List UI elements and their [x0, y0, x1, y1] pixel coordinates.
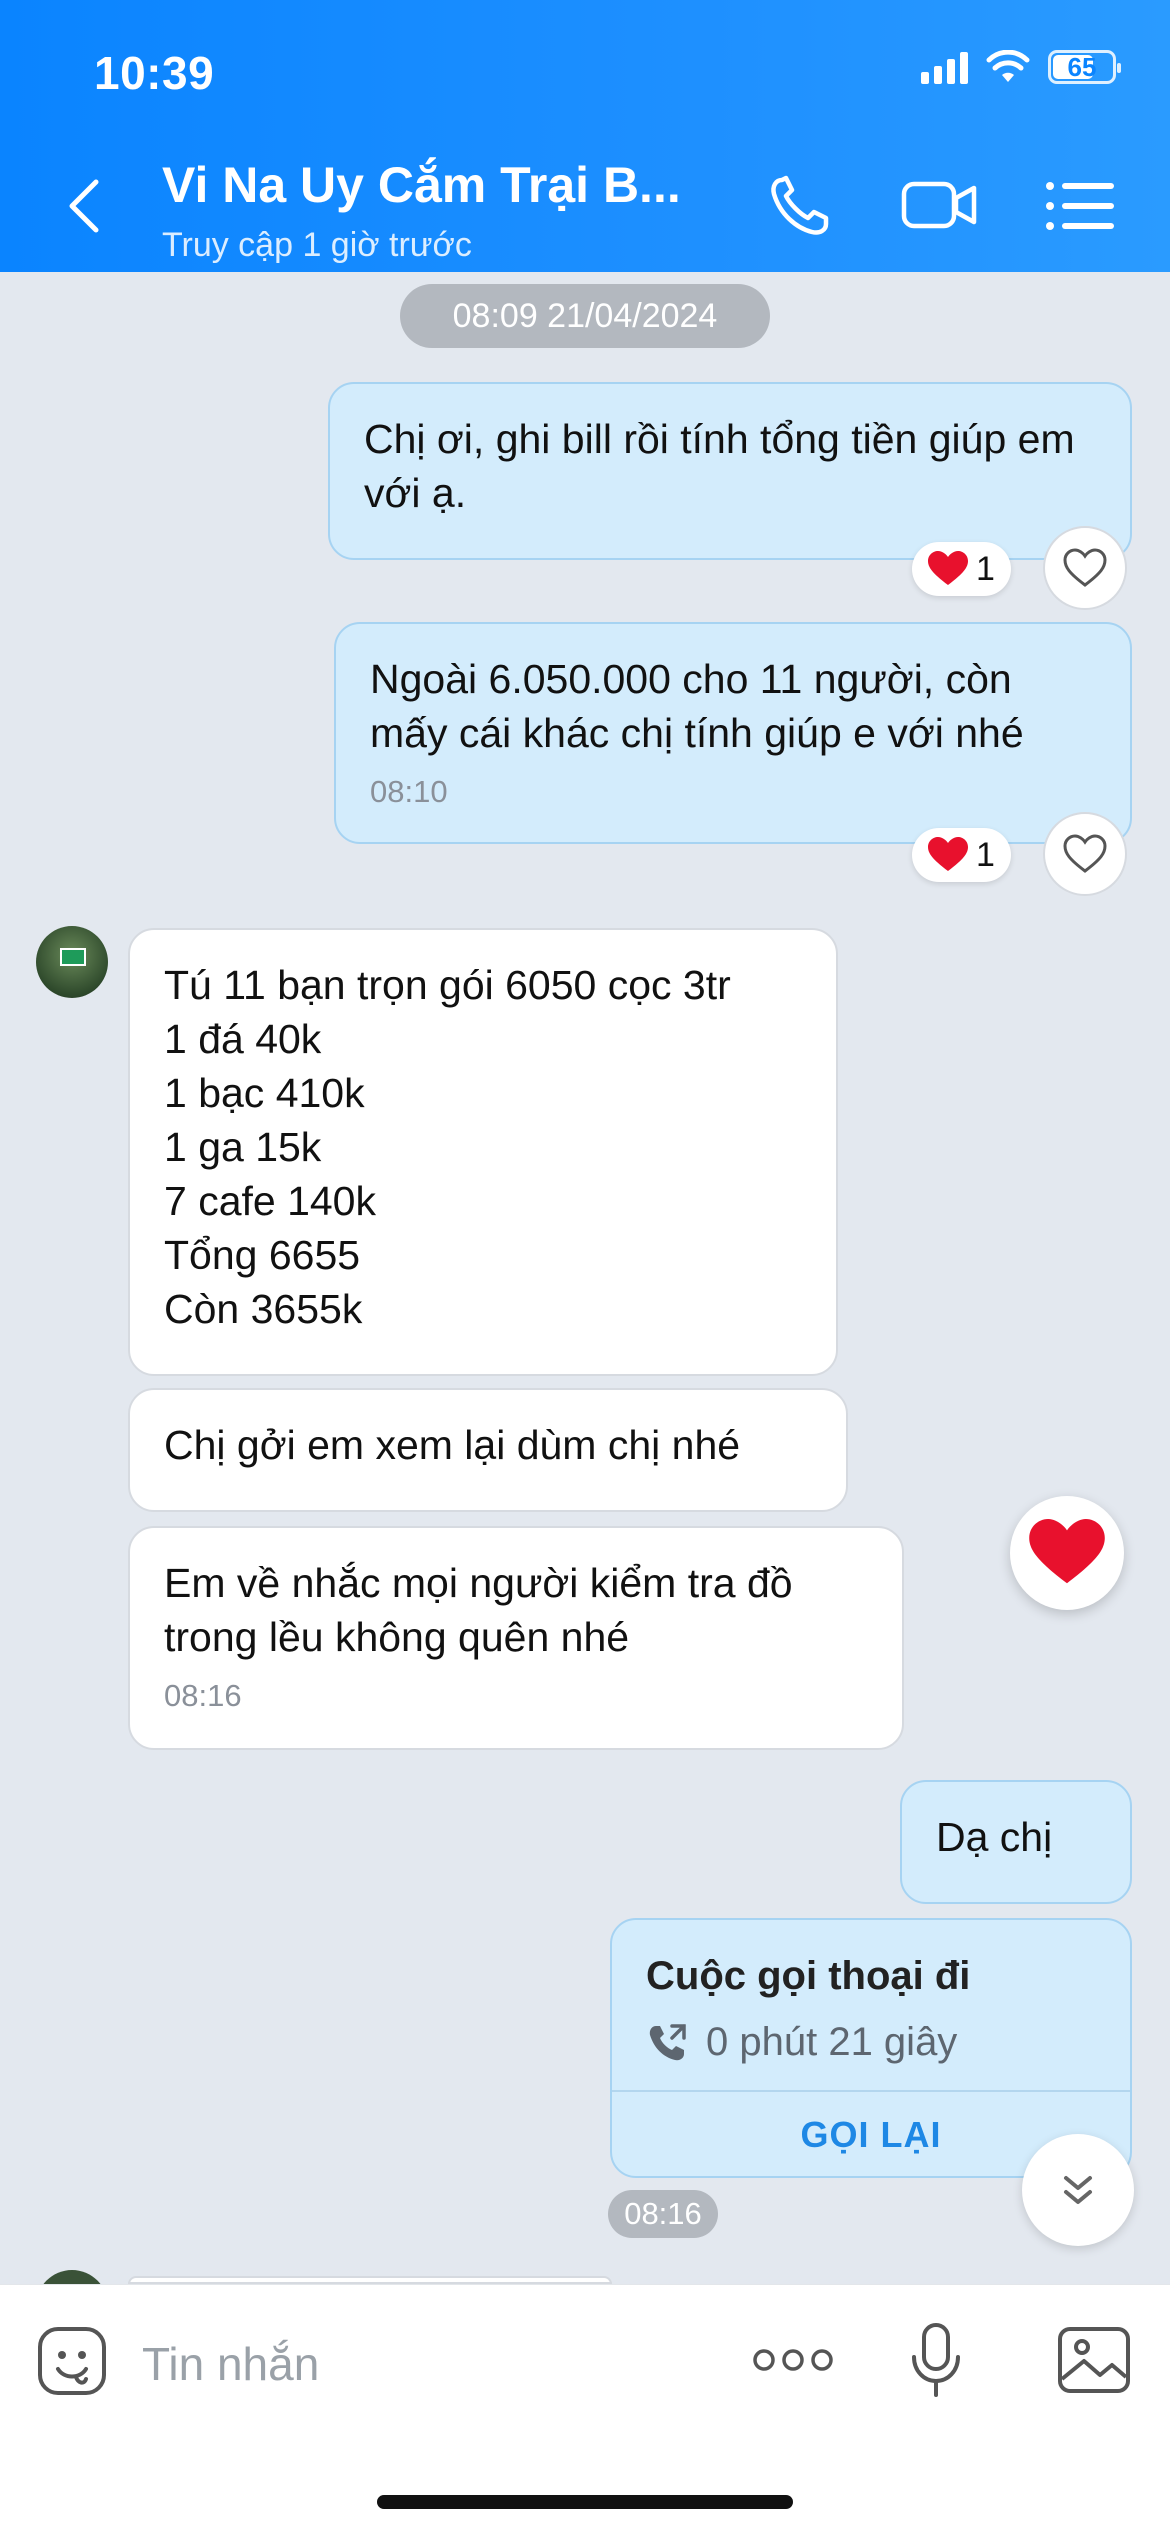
message-text: Ngoài 6.050.000 cho 11 người, còn mấy cá… [370, 656, 1024, 756]
heart-icon [928, 551, 968, 585]
reaction-summary[interactable]: 1 [912, 828, 1011, 882]
video-call-icon[interactable] [900, 170, 980, 240]
battery-level: 65 [1067, 51, 1097, 82]
message-text: Chị ơi, ghi bill rồi tính tổng tiền giúp… [364, 416, 1075, 516]
chat-title[interactable]: Vi Na Uy Cắm Trại B... [162, 156, 681, 214]
microphone-icon[interactable] [906, 2321, 966, 2401]
message-text: Chị gởi em xem lại dùm chị nhé [164, 1422, 741, 1468]
reaction-summary[interactable]: 1 [912, 542, 1011, 596]
phone-call-icon[interactable] [762, 170, 842, 240]
wifi-icon [986, 50, 1030, 82]
double-chevron-down-icon [1064, 2176, 1092, 2204]
contact-avatar[interactable] [36, 926, 108, 998]
bill-line: 1 ga 15k [164, 1124, 322, 1170]
heart-reaction-button[interactable] [1010, 1496, 1124, 1610]
scroll-to-bottom-button[interactable] [1022, 2134, 1134, 2246]
reaction-count: 1 [976, 549, 995, 588]
message-bubble-incoming[interactable]: Tú 11 bạn trọn gói 6050 cọc 3tr 1 đá 40k… [128, 928, 838, 1376]
status-icons: 65 [921, 50, 1121, 84]
bill-line: Tổng 6655 [164, 1232, 361, 1278]
bill-line: 1 đá 40k [164, 1016, 322, 1062]
message-bubble-incoming[interactable]: Chị gởi em xem lại dùm chị nhé [128, 1388, 848, 1512]
last-seen-status: Truy cập 1 giờ trước [162, 226, 472, 264]
call-title: Cuộc gọi thoại đi [646, 1954, 971, 1998]
message-bubble-outgoing[interactable]: Dạ chị [900, 1780, 1132, 1904]
message-time-chip: 08:16 [608, 2190, 718, 2238]
chat-header: 10:39 65 Vi Na Uy Cắm Trại B... Truy cập… [0, 0, 1170, 272]
back-icon[interactable] [60, 176, 110, 236]
message-time: 08:16 [164, 1678, 242, 1713]
cellular-signal-icon [921, 50, 968, 84]
bill-line: Tú 11 bạn trọn gói 6050 cọc 3tr [164, 962, 731, 1008]
heart-icon [1029, 1519, 1105, 1584]
message-input[interactable]: Tin nhắn [142, 2337, 319, 2391]
call-duration-text: 0 phút 21 giây [706, 2020, 958, 2064]
heart-icon [928, 837, 968, 871]
battery-icon: 65 [1048, 50, 1121, 84]
date-separator: 08:09 21/04/2024 [400, 284, 770, 348]
call-duration: 0 phút 21 giây [646, 2020, 957, 2065]
message-text: Em về nhắc mọi người kiểm tra đồ trong l… [164, 1560, 793, 1660]
reaction-count: 1 [976, 835, 995, 874]
bill-line: 1 bạc 410k [164, 1070, 365, 1116]
home-indicator [377, 2495, 793, 2509]
message-input-bar: Tin nhắn [0, 2284, 1170, 2532]
message-bubble-incoming[interactable]: Em về nhắc mọi người kiểm tra đồ trong l… [128, 1526, 904, 1750]
heart-outline-icon [1063, 548, 1107, 587]
outgoing-call-icon [649, 2023, 686, 2060]
sticker-icon[interactable] [36, 2325, 108, 2397]
status-time: 10:39 [94, 47, 215, 99]
bill-line: 7 cafe 140k [164, 1178, 376, 1224]
heart-outline-icon [1063, 834, 1107, 873]
react-button[interactable] [1043, 812, 1127, 896]
message-bubble-outgoing[interactable]: Ngoài 6.050.000 cho 11 người, còn mấy cá… [334, 622, 1132, 844]
react-button[interactable] [1043, 526, 1127, 610]
more-options-icon[interactable] [752, 2345, 834, 2375]
message-bubble-outgoing[interactable]: Chị ơi, ghi bill rồi tính tổng tiền giúp… [328, 382, 1132, 560]
menu-list-icon[interactable] [1040, 170, 1120, 240]
message-time: 08:10 [370, 774, 448, 809]
bill-line: Còn 3655k [164, 1286, 363, 1332]
image-gallery-icon[interactable] [1056, 2325, 1132, 2395]
message-bubble-incoming[interactable] [128, 2276, 612, 2284]
message-text: Dạ chị [936, 1814, 1053, 1860]
